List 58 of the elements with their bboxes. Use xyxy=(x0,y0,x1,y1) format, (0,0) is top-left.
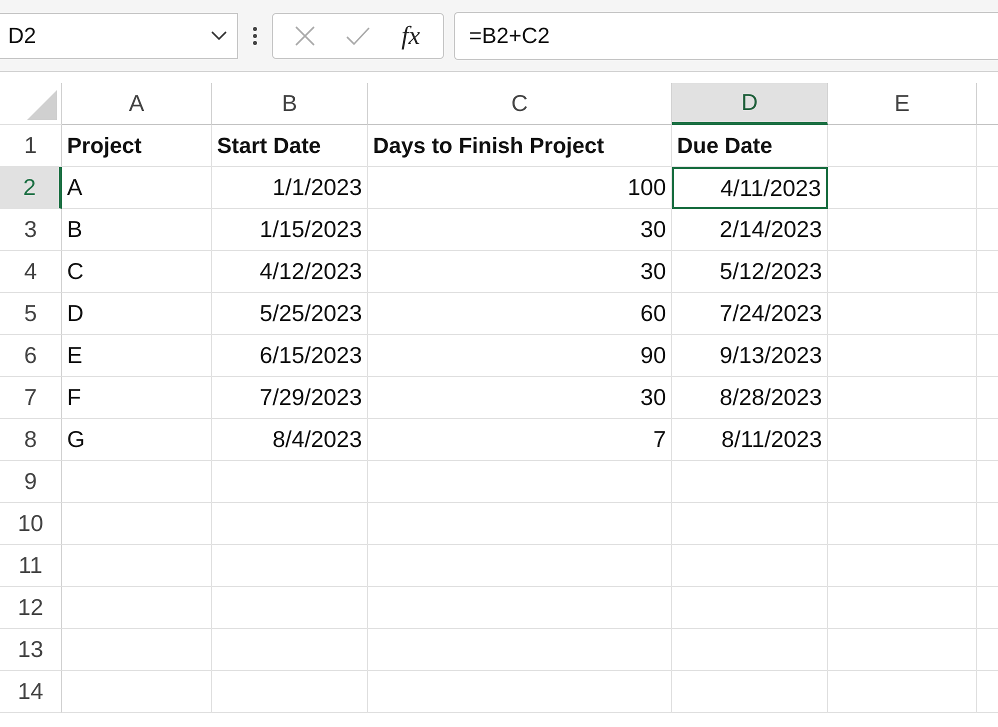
row-header[interactable]: 9 xyxy=(0,461,62,503)
table-cell: D xyxy=(62,293,212,335)
row-header[interactable]: 2 xyxy=(0,167,62,209)
insert-function-button[interactable]: fx xyxy=(399,20,422,50)
table-cell: 30 xyxy=(368,377,672,419)
row-header[interactable]: 13 xyxy=(0,629,62,671)
row-header[interactable]: 3 xyxy=(0,209,62,251)
table-cell: 30 xyxy=(368,251,672,293)
table-cell: E xyxy=(62,335,212,377)
row-header[interactable]: 8 xyxy=(0,419,62,461)
table-cell: A xyxy=(62,167,212,209)
column-header[interactable]: E xyxy=(828,83,977,125)
table-cell: 6/15/2023 xyxy=(212,335,368,377)
table-cell: 2/14/2023 xyxy=(672,209,828,251)
table-cell: Due Date xyxy=(672,125,828,167)
table-cell: 7/29/2023 xyxy=(212,377,368,419)
table-cell: F xyxy=(62,377,212,419)
table-cell: 4/12/2023 xyxy=(212,251,368,293)
row-header[interactable]: 4 xyxy=(0,251,62,293)
row-header[interactable]: 5 xyxy=(0,293,62,335)
select-all-button[interactable] xyxy=(0,83,62,125)
row-header[interactable]: 11 xyxy=(0,545,62,587)
row-header[interactable]: 10 xyxy=(0,503,62,545)
table-cell: 100 xyxy=(368,167,672,209)
table-cell: 1/1/2023 xyxy=(212,167,368,209)
column-header[interactable]: A xyxy=(62,83,212,125)
table-cell: 8/11/2023 xyxy=(672,419,828,461)
row-header[interactable]: 14 xyxy=(0,671,62,713)
row-header[interactable]: 7 xyxy=(0,377,62,419)
table-cell: 9/13/2023 xyxy=(672,335,828,377)
row-header[interactable]: 6 xyxy=(0,335,62,377)
table-cell: 1/15/2023 xyxy=(212,209,368,251)
table-cell: 8/28/2023 xyxy=(672,377,828,419)
table-cell: B xyxy=(62,209,212,251)
table-cell: 5/12/2023 xyxy=(672,251,828,293)
table-cell: Days to Finish Project xyxy=(368,125,672,167)
table-cell: 7/24/2023 xyxy=(672,293,828,335)
check-icon[interactable] xyxy=(346,26,370,46)
column-header[interactable]: B xyxy=(212,83,368,125)
cancel-icon[interactable] xyxy=(294,24,316,46)
caret-icon xyxy=(211,30,227,40)
table-cell: 5/25/2023 xyxy=(212,293,368,335)
table-cell: 8/4/2023 xyxy=(212,419,368,461)
table-cell: Start Date xyxy=(212,125,368,167)
row-header[interactable]: 12 xyxy=(0,587,62,629)
triangle-icon xyxy=(27,90,57,120)
more-icon[interactable] xyxy=(252,26,258,46)
table-cell: Project xyxy=(62,125,212,167)
formula-field[interactable]: =B2+C2 xyxy=(454,12,998,60)
table-cell: G xyxy=(62,419,212,461)
table-cell: 60 xyxy=(368,293,672,335)
table-cell: 30 xyxy=(368,209,672,251)
column-header[interactable]: D xyxy=(672,83,828,125)
table-cell: 7 xyxy=(368,419,672,461)
table-cell: C xyxy=(62,251,212,293)
name-box[interactable]: D2 xyxy=(0,12,238,58)
table-cell: 90 xyxy=(368,335,672,377)
table-cell: 4/11/2023 xyxy=(672,167,828,209)
